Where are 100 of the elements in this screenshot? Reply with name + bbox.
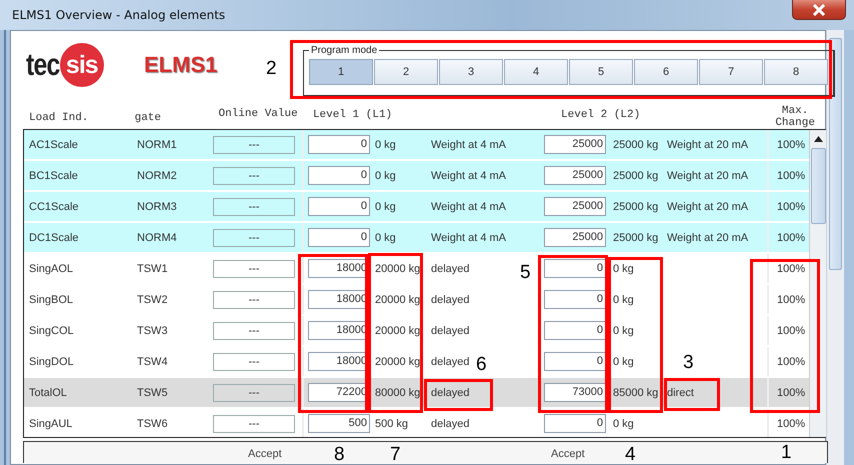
level-reading: 25000 kg (613, 200, 658, 212)
level-reading: 0 kg (375, 200, 396, 212)
table-row[interactable]: DC1Scale NORM4 --- 0 0 kg Weight at 4 mA 25000 25000 kg Weight at 20 mA 100% (24, 223, 810, 254)
level-reading: 20000 kg (375, 262, 420, 274)
level-reading: 0 kg (375, 232, 396, 244)
annotation-number: 5 (520, 262, 531, 284)
level-mode: delayed (431, 294, 470, 306)
gate-cell: NORM2 (137, 170, 177, 182)
column-header: Max. Change (774, 104, 816, 129)
level-reading: 0 kg (375, 170, 396, 182)
level-reading: 25000 kg (613, 138, 658, 150)
level-input[interactable]: 25000 (544, 197, 606, 216)
company-logo: tec sis (26, 43, 126, 87)
level-input[interactable]: 0 (544, 414, 606, 433)
accept-button[interactable]: Accept (551, 448, 585, 460)
level-reading: 0 kg (613, 418, 634, 430)
level-reading: 20000 kg (375, 294, 420, 306)
gate-cell: TSW1 (137, 262, 168, 274)
max-change-cell: 100% (777, 138, 806, 150)
column-header: gate (134, 111, 162, 124)
program-mode-button[interactable]: 6 (634, 59, 698, 85)
group-label: Program mode (310, 45, 378, 56)
program-mode-button[interactable]: 7 (699, 59, 763, 85)
level-reading: 0 kg (375, 138, 396, 150)
online-value-field: --- (213, 228, 295, 246)
scrollbar[interactable] (826, 30, 844, 465)
annotation-number: 7 (390, 444, 401, 465)
online-value-field: --- (213, 414, 295, 432)
level-input[interactable]: 0 (544, 259, 606, 278)
load-indicator-name: SingCOL (29, 324, 74, 336)
level-mode: delayed (431, 386, 470, 398)
annotation-number: 1 (781, 442, 792, 464)
load-indicator-name: CC1Scale (29, 200, 79, 212)
level-input[interactable]: 0 (544, 290, 606, 309)
table-row[interactable]: CC1Scale NORM3 --- 0 0 kg Weight at 4 mA 25000 25000 kg Weight at 20 mA 100% (24, 192, 810, 223)
max-change-cell: 100% (777, 324, 806, 336)
load-indicator-name: SingAOL (29, 262, 74, 274)
column-header: Level 2 (L2) (560, 108, 642, 121)
online-value-field: --- (213, 136, 295, 154)
level-reading: 85000 kg (613, 386, 658, 398)
level-reading: 0 kg (613, 294, 634, 306)
level-mode: Weight at 20 mA (667, 170, 748, 182)
level-input[interactable]: 0 (308, 228, 370, 247)
load-indicator-name: SingDOL (29, 356, 74, 368)
annotation-number: 8 (334, 444, 345, 465)
level-mode: direct (667, 386, 694, 398)
program-mode-button[interactable]: 8 (764, 59, 828, 85)
gate-cell: TSW4 (137, 356, 168, 368)
level-mode: Weight at 4 mA (431, 138, 506, 150)
level-reading: 0 kg (613, 262, 634, 274)
window-title: ELMS1 Overview - Analog elements (11, 8, 226, 22)
level-reading: 25000 kg (613, 232, 658, 244)
online-value-field: --- (213, 166, 295, 184)
column-header: Load Ind. (28, 111, 90, 124)
level-input[interactable]: 73000 (544, 383, 606, 402)
level-reading: 0 kg (613, 356, 634, 368)
close-button[interactable] (792, 0, 846, 20)
level-reading: 20000 kg (375, 356, 420, 368)
scroll-up-icon[interactable] (814, 136, 823, 142)
max-change-cell: 100% (777, 386, 806, 398)
annotation-number: 4 (625, 444, 636, 465)
level-input[interactable]: 0 (544, 352, 606, 371)
online-value-field: --- (213, 260, 295, 278)
gate-cell: TSW2 (137, 294, 168, 306)
gate-cell: TSW6 (137, 418, 168, 430)
max-change-cell: 100% (777, 200, 806, 212)
level-reading: 20000 kg (375, 324, 420, 336)
program-mode-button[interactable]: 3 (439, 59, 503, 85)
table-row[interactable]: AC1Scale NORM1 --- 0 0 kg Weight at 4 mA 25000 25000 kg Weight at 20 mA 100% (24, 130, 810, 161)
accept-button[interactable]: Accept (248, 448, 282, 460)
program-mode-button[interactable]: 5 (569, 59, 633, 85)
product-name: ELMS1 (144, 52, 218, 78)
level-mode: Weight at 4 mA (431, 170, 506, 182)
load-indicator-name: DC1Scale (29, 232, 79, 244)
level-input[interactable]: 25000 (544, 228, 606, 247)
annotation-number: 6 (476, 354, 487, 376)
column-header: Online Value (218, 108, 299, 120)
level-input[interactable]: 500 (308, 414, 370, 433)
level-mode: Weight at 20 mA (667, 200, 748, 212)
online-value-field: --- (213, 290, 295, 308)
level-mode: Weight at 20 mA (667, 232, 748, 244)
level-mode: delayed (431, 324, 470, 336)
max-change-cell: 100% (777, 170, 806, 182)
level-input[interactable]: 0 (308, 166, 370, 185)
table-row[interactable]: BC1Scale NORM2 --- 0 0 kg Weight at 4 mA 25000 25000 kg Weight at 20 mA 100% (24, 161, 810, 192)
level-input[interactable]: 0 (308, 135, 370, 154)
scroll-thumb[interactable] (811, 148, 826, 224)
annotation-number: 3 (683, 352, 694, 374)
level-input[interactable]: 25000 (544, 166, 606, 185)
program-mode-button[interactable]: 2 (374, 59, 438, 85)
level-input[interactable]: 0 (544, 321, 606, 340)
online-value-field: --- (213, 384, 295, 402)
gate-cell: TSW5 (137, 386, 168, 398)
load-indicator-name: SingBOL (29, 294, 74, 306)
program-mode-button[interactable]: 1 (309, 59, 373, 85)
level-mode: Weight at 4 mA (431, 232, 506, 244)
annotation-number: 2 (266, 58, 277, 80)
level-input[interactable]: 25000 (544, 135, 606, 154)
level-input[interactable]: 0 (308, 197, 370, 216)
program-mode-button[interactable]: 4 (504, 59, 568, 85)
